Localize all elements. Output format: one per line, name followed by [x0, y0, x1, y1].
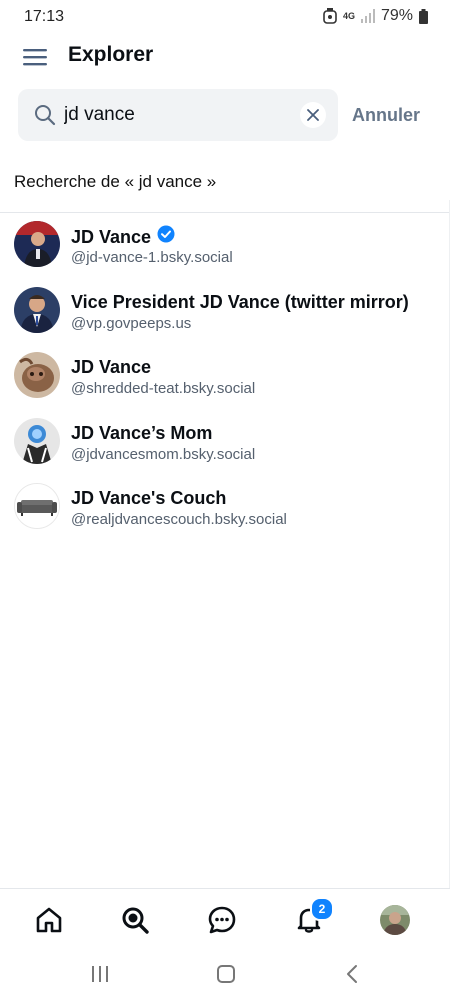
home-square-icon	[217, 965, 235, 983]
search-query-label[interactable]: Recherche de « jd vance »	[14, 171, 216, 193]
notification-count-badge: 2	[310, 897, 334, 921]
avatar	[14, 287, 60, 333]
result-item[interactable]: JD Vance’s Mom @jdvancesmom.bsky.social	[0, 410, 450, 474]
search-icon	[34, 104, 56, 131]
back-system-button[interactable]	[340, 962, 364, 986]
back-chevron-icon	[347, 965, 357, 983]
recent-apps-icon	[92, 966, 108, 982]
result-handle: @jd-vance-1.bsky.social	[71, 249, 233, 266]
cancel-button[interactable]: Annuler	[352, 104, 420, 126]
home-icon	[36, 907, 62, 933]
page-title: Explorer	[68, 43, 154, 66]
result-handle: @shredded-teat.bsky.social	[71, 380, 256, 397]
signal-icon	[360, 9, 375, 23]
result-name: JD Vance	[71, 226, 152, 247]
avatar	[14, 352, 60, 398]
app-header: Explorer	[0, 34, 450, 82]
search-icon	[122, 907, 149, 934]
result-handle: @vp.govpeeps.us	[71, 315, 192, 332]
result-handle: @jdvancesmom.bsky.social	[71, 446, 256, 463]
status-bar: 17:13 4G 79%	[0, 0, 450, 34]
system-nav-bar	[0, 950, 450, 1000]
result-handle: @realjdvancescouch.bsky.social	[71, 511, 287, 528]
search-input[interactable]	[64, 103, 294, 127]
clear-search-button[interactable]	[300, 102, 326, 128]
nav-home-button[interactable]	[32, 903, 66, 937]
result-item[interactable]: JD Vance @jd-vance-1.bsky.social	[0, 213, 450, 277]
result-item[interactable]: JD Vance's Couch @realjdvancescouch.bsky…	[0, 475, 450, 539]
alarm-icon	[323, 8, 337, 24]
result-name: JD Vance	[71, 357, 152, 377]
result-name: JD Vance's Couch	[71, 488, 227, 508]
result-name: JD Vance’s Mom	[71, 423, 213, 443]
chat-icon	[208, 906, 236, 934]
result-item[interactable]: JD Vance @shredded-teat.bsky.social	[0, 344, 450, 408]
result-name: Vice President JD Vance (twitter mirror)	[71, 292, 409, 312]
bottom-nav	[0, 888, 450, 951]
status-indicators: 4G 79%	[323, 7, 428, 25]
battery-percent: 79%	[380, 7, 413, 24]
hamburger-icon	[23, 49, 47, 66]
recent-apps-button[interactable]	[88, 962, 112, 986]
close-icon	[307, 109, 319, 121]
result-item[interactable]: Vice President JD Vance (twitter mirror)…	[0, 279, 450, 343]
status-time: 17:13	[24, 8, 65, 25]
home-system-button[interactable]	[214, 962, 238, 986]
network-type: 4G	[342, 10, 355, 21]
menu-button[interactable]	[20, 42, 50, 72]
battery-icon	[419, 8, 428, 24]
avatar	[14, 483, 60, 529]
nav-chat-button[interactable]	[205, 903, 239, 937]
verified-badge-icon	[157, 225, 175, 248]
search-box[interactable]	[18, 89, 338, 141]
profile-avatar	[380, 905, 410, 935]
avatar	[14, 418, 60, 464]
nav-search-button[interactable]	[118, 903, 152, 937]
nav-profile-button[interactable]	[378, 903, 412, 937]
avatar	[14, 221, 60, 267]
